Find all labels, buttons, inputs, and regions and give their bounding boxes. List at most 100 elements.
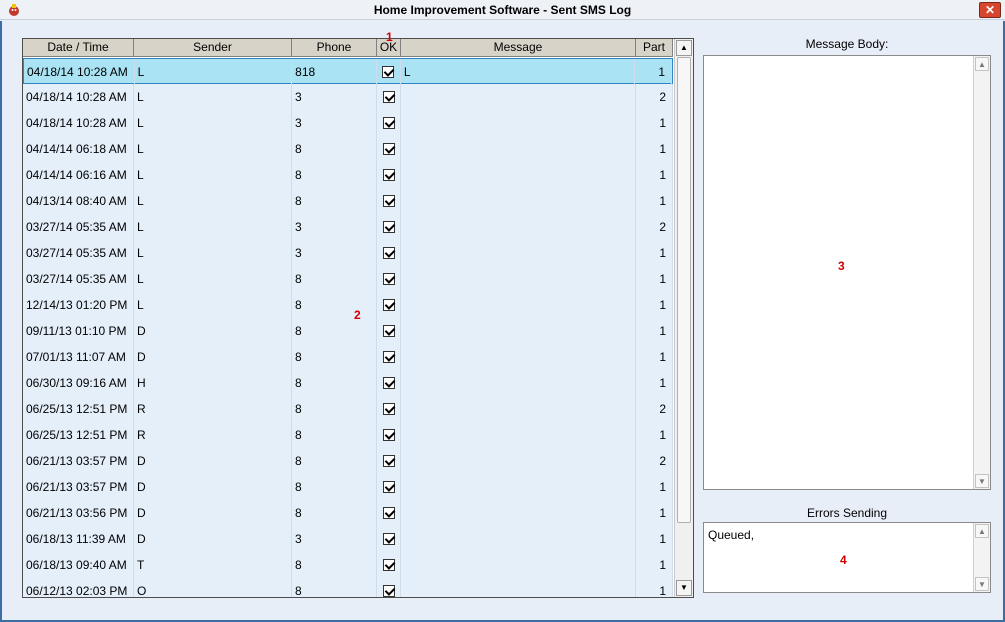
- ok-checkbox[interactable]: [382, 169, 395, 181]
- cell-phone: 8: [292, 552, 377, 578]
- column-header-date[interactable]: Date / Time: [23, 39, 134, 57]
- ok-checkbox[interactable]: [382, 403, 395, 415]
- ok-checkbox[interactable]: [382, 66, 395, 78]
- column-header-sender[interactable]: Sender: [134, 39, 292, 57]
- ok-checkbox[interactable]: [382, 195, 395, 207]
- table-row[interactable]: 06/21/13 03:57 PM D 8 1: [23, 474, 673, 500]
- table-row[interactable]: 12/14/13 01:20 PM L 8 1: [23, 292, 673, 318]
- ok-checkbox[interactable]: [382, 299, 395, 311]
- cell-ok: [377, 578, 401, 597]
- cell-message: [401, 448, 636, 474]
- ok-checkbox[interactable]: [382, 351, 395, 363]
- cell-part: 1: [636, 344, 673, 370]
- table-row[interactable]: 06/30/13 09:16 AM H 8 1: [23, 370, 673, 396]
- table-row[interactable]: 06/12/13 02:03 PM O 8 1: [23, 578, 673, 597]
- cell-phone: 8: [292, 396, 377, 422]
- ok-checkbox[interactable]: [382, 221, 395, 233]
- column-header-part[interactable]: Part: [636, 39, 673, 57]
- cell-phone: 3: [292, 240, 377, 266]
- table-row[interactable]: 04/18/14 10:28 AM L 3 1: [23, 110, 673, 136]
- table-row[interactable]: 06/18/13 11:39 AM D 3 1: [23, 526, 673, 552]
- ok-checkbox[interactable]: [382, 585, 395, 597]
- cell-phone: 3: [292, 110, 377, 136]
- cell-message: [401, 240, 636, 266]
- cell-phone: 8: [292, 578, 377, 597]
- table-row[interactable]: 04/18/14 10:28 AM L 3 2: [23, 84, 673, 110]
- ok-checkbox[interactable]: [382, 91, 395, 103]
- cell-sender: L: [134, 110, 292, 136]
- cell-message: [401, 578, 636, 597]
- table-row[interactable]: 04/18/14 10:28 AM L 818 L 1: [23, 58, 673, 85]
- table-row[interactable]: 04/14/14 06:16 AM L 8 1: [23, 162, 673, 188]
- table-row[interactable]: 03/27/14 05:35 AM L 8 1: [23, 266, 673, 292]
- cell-ok: [377, 266, 401, 292]
- cell-ok: [377, 136, 401, 162]
- cell-ok: [377, 292, 401, 318]
- column-header-message[interactable]: Message: [401, 39, 636, 57]
- cell-part: 1: [636, 292, 673, 318]
- table-row[interactable]: 07/01/13 11:07 AM D 8 1: [23, 344, 673, 370]
- cell-message: [401, 266, 636, 292]
- ok-checkbox[interactable]: [382, 143, 395, 155]
- errors-sending-text: Queued,: [708, 528, 755, 542]
- scroll-thumb[interactable]: [677, 57, 691, 523]
- table-row[interactable]: 03/27/14 05:35 AM L 3 1: [23, 240, 673, 266]
- column-header-phone[interactable]: Phone: [292, 39, 377, 57]
- grid-scrollbar[interactable]: ▲ ▼: [674, 39, 693, 597]
- cell-sender: D: [134, 474, 292, 500]
- marker-3: 3: [838, 259, 845, 273]
- ok-checkbox[interactable]: [382, 117, 395, 129]
- grid-rows: 04/18/14 10:28 AM L 818 L 1 04/18/14 10:28 AM…: [23, 58, 673, 597]
- ok-checkbox[interactable]: [382, 481, 395, 493]
- cell-part: 1: [636, 526, 673, 552]
- scroll-up-icon[interactable]: ▲: [676, 40, 692, 56]
- cell-date: 04/14/14 06:18 AM: [23, 136, 134, 162]
- cell-ok: [377, 396, 401, 422]
- cell-date: 04/18/14 10:28 AM: [24, 59, 135, 85]
- ok-checkbox[interactable]: [382, 559, 395, 571]
- cell-phone: 8: [292, 318, 377, 344]
- cell-part: 1: [636, 552, 673, 578]
- table-row[interactable]: 09/11/13 01:10 PM D 8 1: [23, 318, 673, 344]
- cell-message: [401, 396, 636, 422]
- cell-sender: R: [134, 422, 292, 448]
- cell-part: 1: [636, 422, 673, 448]
- ok-checkbox[interactable]: [382, 533, 395, 545]
- cell-date: 04/14/14 06:16 AM: [23, 162, 134, 188]
- message-body-label: Message Body:: [805, 37, 889, 51]
- cell-sender: L: [134, 292, 292, 318]
- table-row[interactable]: 06/25/13 12:51 PM R 8 2: [23, 396, 673, 422]
- table-row[interactable]: 06/25/13 12:51 PM R 8 1: [23, 422, 673, 448]
- message-body-box[interactable]: ▲ ▼: [703, 55, 991, 490]
- table-row[interactable]: 06/21/13 03:56 PM D 8 1: [23, 500, 673, 526]
- errors-sending-box[interactable]: Queued, ▲ ▼: [703, 522, 991, 593]
- ok-checkbox[interactable]: [382, 455, 395, 467]
- message-body-scroll-down-icon[interactable]: ▼: [975, 474, 989, 488]
- cell-phone: 8: [292, 422, 377, 448]
- title-bar: Home Improvement Software - Sent SMS Log…: [0, 0, 1005, 20]
- ok-checkbox[interactable]: [382, 325, 395, 337]
- table-row[interactable]: 04/14/14 06:18 AM L 8 1: [23, 136, 673, 162]
- close-button[interactable]: ✕: [979, 2, 1001, 18]
- ok-checkbox[interactable]: [382, 507, 395, 519]
- cell-phone: 8: [292, 292, 377, 318]
- ok-checkbox[interactable]: [382, 273, 395, 285]
- message-body-scroll-up-icon[interactable]: ▲: [975, 57, 989, 71]
- cell-sender: H: [134, 370, 292, 396]
- message-body-scrollbar[interactable]: ▲ ▼: [973, 56, 990, 489]
- ok-checkbox[interactable]: [382, 247, 395, 259]
- cell-ok: [377, 162, 401, 188]
- errors-scroll-down-icon[interactable]: ▼: [975, 577, 989, 591]
- errors-scrollbar[interactable]: ▲ ▼: [973, 523, 990, 592]
- scroll-down-icon[interactable]: ▼: [676, 580, 692, 596]
- errors-scroll-up-icon[interactable]: ▲: [975, 524, 989, 538]
- table-row[interactable]: 03/27/14 05:35 AM L 3 2: [23, 214, 673, 240]
- cell-message: [401, 214, 636, 240]
- ok-checkbox[interactable]: [382, 377, 395, 389]
- cell-date: 04/13/14 08:40 AM: [23, 188, 134, 214]
- cell-date: 12/14/13 01:20 PM: [23, 292, 134, 318]
- table-row[interactable]: 06/18/13 09:40 AM T 8 1: [23, 552, 673, 578]
- table-row[interactable]: 06/21/13 03:57 PM D 8 2: [23, 448, 673, 474]
- ok-checkbox[interactable]: [382, 429, 395, 441]
- table-row[interactable]: 04/13/14 08:40 AM L 8 1: [23, 188, 673, 214]
